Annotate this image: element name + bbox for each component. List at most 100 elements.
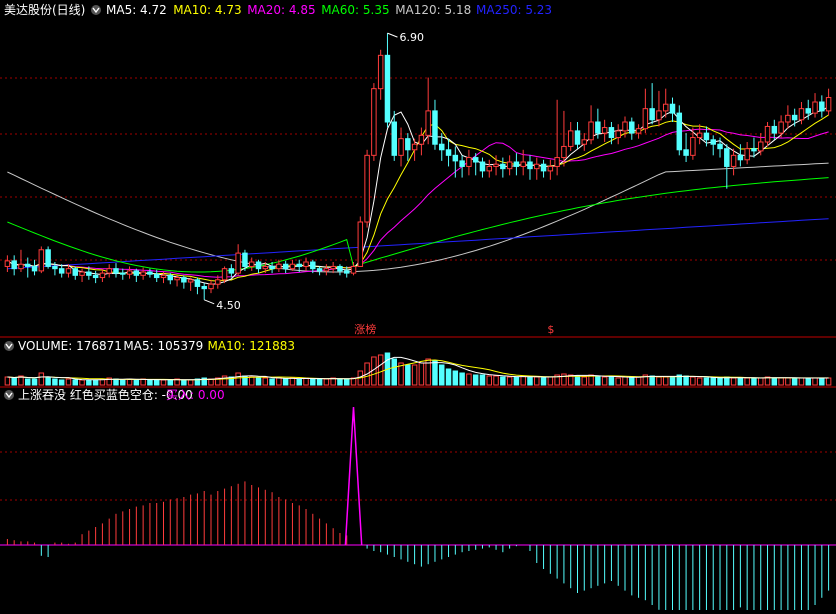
candle-body (316, 268, 323, 272)
candle (785, 105, 791, 129)
volume-bar (819, 377, 825, 386)
event-marker-dollar: $ (547, 323, 554, 336)
volume-bar (86, 379, 92, 386)
volume-bar (120, 379, 126, 386)
candle-body (215, 279, 221, 285)
candle (79, 268, 85, 282)
candle-body (717, 143, 723, 150)
volume-bar (669, 376, 676, 386)
chevron-down-icon[interactable] (91, 5, 101, 15)
volume-bar (377, 354, 384, 386)
candle-body (547, 165, 554, 172)
candle (235, 244, 241, 276)
candle-body (276, 263, 282, 270)
candle-body (337, 265, 343, 272)
candle-body (812, 101, 818, 114)
volume-bar (703, 377, 710, 386)
candle-body (479, 161, 486, 172)
candle (554, 99, 560, 176)
volume-bar (45, 376, 51, 386)
candle-body (656, 110, 662, 121)
candle (601, 119, 608, 142)
candle (323, 264, 330, 276)
volume-bar (486, 375, 493, 386)
volume-bar (391, 358, 397, 386)
candle-body (561, 145, 567, 159)
volume-bar (791, 377, 798, 386)
volume-bar (595, 375, 601, 386)
volume-bar (635, 376, 642, 386)
candle-body (99, 272, 106, 279)
volume-bar (574, 375, 581, 386)
candle-body (4, 260, 11, 267)
candle-body (45, 249, 51, 267)
volume-bar (323, 378, 330, 386)
low-marker-arrow (204, 299, 215, 305)
candle-body (825, 97, 832, 112)
candle (690, 127, 696, 160)
volume-bar (710, 377, 716, 386)
candle (337, 264, 343, 276)
volume-bar (520, 375, 526, 386)
candle (45, 246, 51, 269)
candle-body (445, 149, 452, 156)
candle-body (310, 261, 316, 270)
candle (561, 110, 567, 167)
candle-body (160, 274, 167, 279)
candle (140, 267, 146, 280)
chevron-down-icon[interactable] (4, 390, 14, 400)
candle (371, 83, 377, 161)
candle (126, 266, 133, 279)
candle (330, 262, 336, 274)
ma250-line (7, 218, 829, 270)
candle-body (31, 265, 38, 272)
candle-body (201, 285, 207, 290)
volume-bar (466, 373, 472, 386)
volume-bar (785, 377, 791, 386)
candle-body (167, 274, 174, 281)
candle (181, 275, 187, 289)
volume-bar (500, 376, 506, 386)
candle-body (662, 103, 669, 112)
candle-body (757, 141, 764, 152)
volume-bar (696, 377, 703, 386)
candle-body (38, 249, 45, 272)
chart-canvas[interactable]: 美达股份(日线) MA5: 4.72 MA10: 4.73 MA20: 4.85 MA… (0, 0, 836, 614)
volume-bar (805, 377, 811, 386)
candle (201, 283, 207, 300)
candle-body (791, 114, 798, 121)
volume-bar (52, 378, 58, 386)
candle-body (432, 110, 438, 145)
volume-bar (337, 378, 343, 386)
volume-bar (4, 376, 11, 386)
chevron-down-icon[interactable] (4, 341, 14, 351)
candle-body (72, 268, 79, 276)
volume-bar (79, 379, 85, 386)
volume-bar (343, 378, 350, 386)
volume-bar (757, 377, 764, 386)
candle-body (120, 272, 126, 275)
candle-body (371, 88, 377, 156)
volume-bar (167, 379, 174, 386)
candle-body (384, 54, 391, 123)
candle-body (567, 130, 574, 147)
main-legend-item: MA10: 4.73 (173, 3, 241, 17)
candle (819, 95, 825, 118)
volume-bar (276, 377, 282, 386)
candle-body (140, 271, 146, 276)
candle-body (106, 268, 112, 274)
candle-body (472, 157, 479, 163)
candle (187, 277, 194, 291)
candle-body (669, 103, 676, 114)
candle (405, 133, 411, 161)
volume-bar (527, 376, 533, 386)
volume-bar (506, 376, 513, 386)
candle-body (411, 143, 418, 151)
candle-body (778, 121, 784, 134)
volume-bar (459, 372, 465, 386)
volume-bar (445, 368, 452, 386)
volume-bar (540, 377, 547, 386)
volume-bar (778, 377, 784, 386)
volume-bar (622, 376, 628, 386)
volume-bar (289, 377, 296, 386)
